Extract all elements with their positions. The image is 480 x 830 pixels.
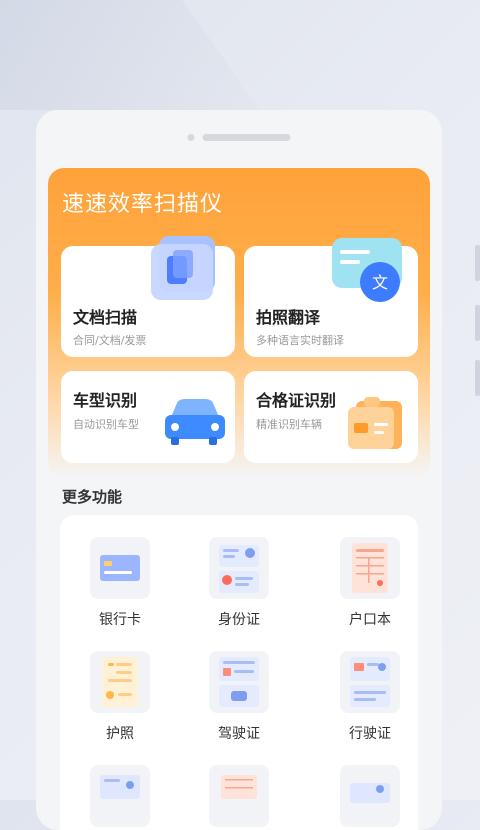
driving-license-icon: [209, 651, 269, 713]
card-subtitle: 自动识别车型: [73, 418, 139, 431]
photo-translate-card[interactable]: 文 拍照翻译 多种语言实时翻译: [244, 238, 418, 357]
card-title: 拍照翻译: [256, 308, 321, 327]
car-icon: [161, 397, 227, 451]
grid-item-bank-card[interactable]: 银行卡: [70, 537, 170, 629]
document-scan-card[interactable]: 文档扫描 合同/文档/发票: [61, 236, 235, 357]
grid-item-household-register[interactable]: 户口本: [320, 537, 420, 629]
side-button: [475, 245, 480, 281]
app-title: 速速效率扫描仪: [62, 192, 224, 217]
grid-item-label: 行驶证: [349, 726, 391, 742]
grid-item-passport[interactable]: 护照: [70, 651, 170, 743]
card-subtitle: 精准识别车辆: [256, 418, 322, 431]
card-title: 文档扫描: [73, 308, 138, 327]
grid-item-row3-2[interactable]: [189, 765, 289, 827]
grid-item-row3-1[interactable]: [70, 765, 170, 827]
grid-item-row3-3[interactable]: [320, 765, 420, 827]
certificate-document-icon: [340, 765, 400, 827]
phone-notch: [187, 134, 291, 141]
grid-item-driving-license[interactable]: 驾驶证: [189, 651, 289, 743]
id-card-icon: [209, 537, 269, 599]
grid-item-id-card[interactable]: 身份证: [189, 537, 289, 629]
grid-item-label: 户口本: [349, 612, 391, 628]
certificate-icon: [346, 393, 404, 455]
grid-item-label: 身份证: [218, 612, 260, 628]
background-shape: [0, 0, 260, 110]
svg-text:文: 文: [372, 273, 388, 292]
phone-frame: 速速效率扫描仪 文档扫描 合同/文档/发票 文 拍照翻译 多种语言实时翻译 车型…: [36, 110, 442, 830]
household-register-icon: [340, 537, 400, 599]
more-features-grid: 银行卡 身份证 户口本 护照 驾驶证 行驶证: [60, 515, 418, 830]
hero-panel: 速速效率扫描仪 文档扫描 合同/文档/发票 文 拍照翻译 多种语言实时翻译 车型…: [48, 168, 430, 478]
card-subtitle: 多种语言实时翻译: [256, 334, 344, 347]
vehicle-license-icon: [340, 651, 400, 713]
grid-item-label: 驾驶证: [218, 726, 260, 742]
card-title: 车型识别: [73, 391, 138, 410]
grid-item-vehicle-license[interactable]: 行驶证: [320, 651, 420, 743]
certificate-recognition-card[interactable]: 合格证识别 精准识别车辆: [244, 371, 418, 463]
card-document-icon: [90, 765, 150, 827]
bank-card-icon: [90, 537, 150, 599]
car-recognition-card[interactable]: 车型识别 自动识别车型: [61, 371, 235, 463]
side-button: [475, 360, 480, 396]
grid-item-label: 护照: [106, 726, 134, 742]
more-features-title: 更多功能: [62, 488, 123, 506]
document-stack-icon: [147, 234, 225, 306]
translate-icon: 文: [330, 236, 410, 310]
card-subtitle: 合同/文档/发票: [73, 334, 147, 347]
grid-item-label: 银行卡: [99, 612, 141, 628]
passport-icon: [90, 651, 150, 713]
form-document-icon: [209, 765, 269, 827]
side-button: [475, 305, 480, 341]
card-title: 合格证识别: [256, 391, 337, 410]
